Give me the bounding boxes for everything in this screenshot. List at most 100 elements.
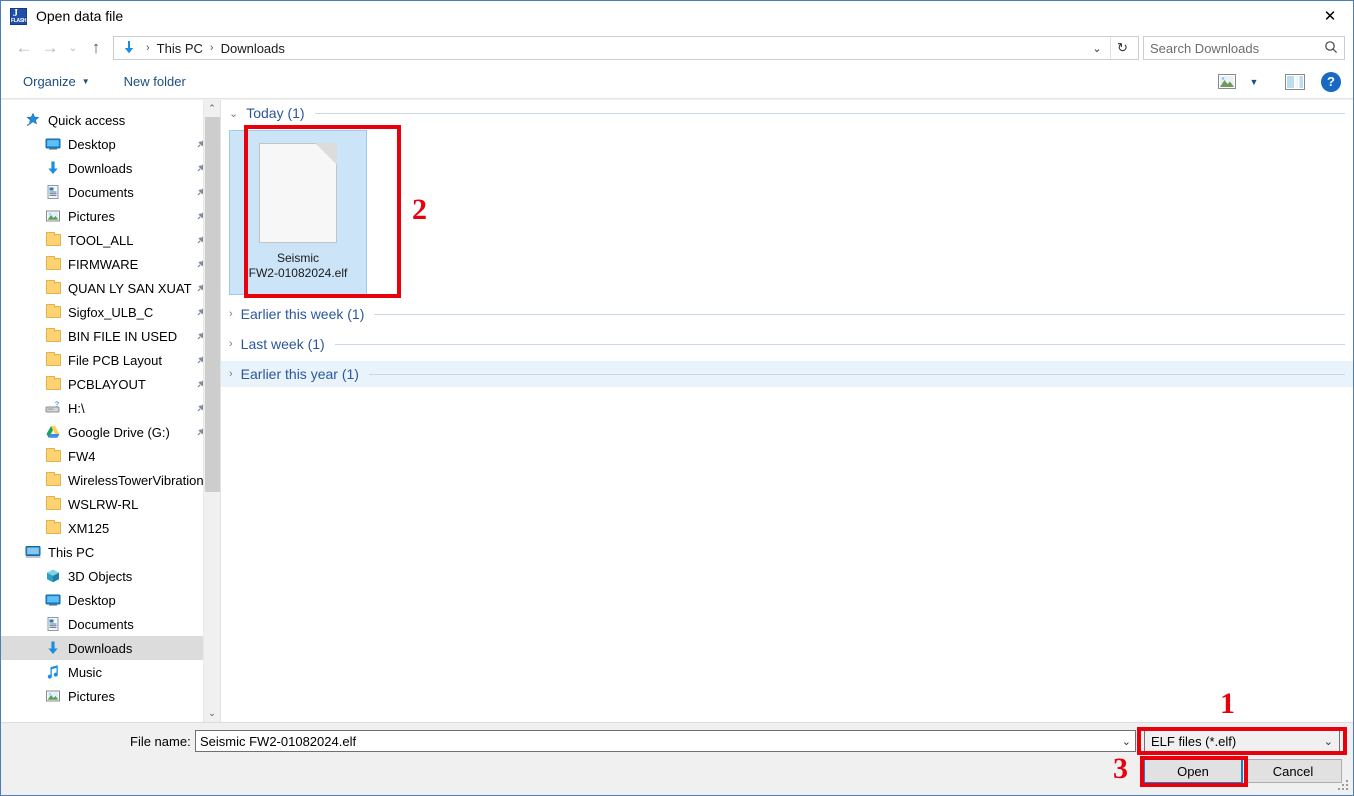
search-box[interactable]: Search Downloads	[1143, 36, 1345, 60]
cancel-button[interactable]: Cancel	[1244, 759, 1342, 783]
sidebar-item-music[interactable]: Music	[1, 660, 220, 684]
new-folder-button[interactable]: New folder	[114, 65, 196, 98]
organize-label: Organize	[23, 74, 76, 89]
scrollbar-thumb[interactable]	[205, 117, 220, 492]
chevron-down-icon: ⌄	[1323, 735, 1333, 748]
folder-icon	[45, 496, 61, 512]
navigation-scrollbar[interactable]: ⌃ ⌄	[203, 100, 220, 722]
group-label-last-week: Last week (1)	[240, 336, 325, 352]
folder-icon	[45, 232, 61, 248]
scroll-down-icon[interactable]: ⌄	[204, 705, 220, 722]
sidebar-item-sigfox-ulb-c[interactable]: Sigfox_ULB_C	[1, 300, 220, 324]
annotation-number-2: 2	[412, 193, 427, 226]
sidebar-item-wirelesstowervibrationsensor[interactable]: WirelessTowerVibrationSensor	[1, 468, 220, 492]
elf-file-icon	[259, 143, 337, 243]
sidebar-item-pictures[interactable]: Pictures	[1, 204, 220, 228]
refresh-icon[interactable]: ↻	[1110, 37, 1134, 59]
sidebar-item-label: Music	[68, 664, 102, 680]
sidebar-item-desktop[interactable]: Desktop	[1, 588, 220, 612]
sidebar-item-quick-access[interactable]: Quick access	[1, 108, 220, 132]
sidebar-item-desktop[interactable]: Desktop	[1, 132, 220, 156]
recent-locations-icon[interactable]: ⌄	[63, 35, 83, 61]
star-icon	[25, 112, 41, 128]
scroll-up-icon[interactable]: ⌃	[204, 100, 220, 117]
open-button[interactable]: Open	[1143, 758, 1243, 784]
tile-area: Seismic FW2-01082024.elf	[221, 126, 1353, 301]
organize-button[interactable]: Organize ▼	[13, 65, 100, 98]
download-icon	[45, 640, 61, 656]
file-name-label: File name:	[130, 734, 191, 749]
sidebar-item-h[interactable]: ? H:\	[1, 396, 220, 420]
music-icon	[45, 664, 61, 680]
up-icon[interactable]: ↑	[83, 35, 109, 61]
address-dropdown-icon[interactable]: ⌄	[1086, 37, 1108, 59]
help-icon[interactable]: ?	[1321, 71, 1341, 92]
sidebar-item-firmware[interactable]: FIRMWARE	[1, 252, 220, 276]
sidebar-item-downloads[interactable]: Downloads	[1, 156, 220, 180]
sidebar-item-pictures[interactable]: Pictures	[1, 684, 220, 708]
folder-icon	[45, 376, 61, 392]
sidebar-item-label: Sigfox_ULB_C	[68, 304, 154, 320]
address-bar-row: ← → ⌄ ↑ › This PC › Downloads ⌄ ↻ Search…	[1, 31, 1353, 65]
group-divider	[334, 343, 1345, 345]
sidebar-item-bin-file-in-used[interactable]: BIN FILE IN USED	[1, 324, 220, 348]
search-input[interactable]: Search Downloads	[1150, 41, 1324, 56]
close-icon[interactable]: ✕	[1307, 1, 1353, 31]
folder-icon	[45, 448, 61, 464]
resize-grip[interactable]	[1338, 780, 1350, 792]
group-header-today[interactable]: ⌄ Today (1)	[221, 100, 1353, 126]
preview-pane-icon[interactable]	[1279, 68, 1311, 96]
sidebar-item-tool-all[interactable]: TOOL_ALL	[1, 228, 220, 252]
document-icon	[45, 184, 61, 200]
sidebar-item-label: PCBLAYOUT	[68, 376, 146, 392]
group-divider	[314, 112, 1345, 114]
breadcrumb-downloads[interactable]: Downloads	[219, 41, 287, 56]
file-type-filter-dropdown[interactable]: ELF files (*.elf) ⌄	[1144, 730, 1340, 752]
breadcrumb-this-pc[interactable]: This PC	[155, 41, 205, 56]
file-item-seismic[interactable]: Seismic FW2-01082024.elf	[229, 130, 367, 295]
sidebar-item-this-pc[interactable]: This PC	[1, 540, 220, 564]
sidebar-item-label: Pictures	[68, 208, 115, 224]
picture-icon	[45, 208, 61, 224]
command-bar-right: ▼ ?	[1211, 68, 1353, 96]
dialog-body: Quick access Desktop Downloads Documents Pic…	[1, 100, 1353, 722]
chevron-right-icon: ›	[229, 368, 233, 380]
sidebar-item-documents[interactable]: Documents	[1, 612, 220, 636]
sidebar-item-documents[interactable]: Documents	[1, 180, 220, 204]
sidebar-item-label: WirelessTowerVibrationSensor	[68, 472, 220, 488]
page-fold	[315, 143, 337, 165]
file-name-line-1: Seismic	[276, 251, 319, 265]
monitor-icon	[45, 592, 61, 608]
sidebar-item-label: Desktop	[68, 592, 116, 608]
sidebar-item-xm125[interactable]: XM125	[1, 516, 220, 540]
group-header-earlier-this-year[interactable]: › Earlier this year (1)	[221, 361, 1353, 387]
file-name-value[interactable]: Seismic FW2-01082024.elf	[200, 734, 356, 749]
sidebar-item-3d-objects[interactable]: 3D Objects	[1, 564, 220, 588]
title-bar: J FLASH Open data file ✕	[1, 1, 1353, 31]
sidebar-item-pcblayout[interactable]: PCBLAYOUT	[1, 372, 220, 396]
chevron-right-icon: ›	[229, 338, 233, 350]
file-name-input[interactable]: Seismic FW2-01082024.elf ⌄	[195, 730, 1136, 752]
folder-icon	[45, 328, 61, 344]
group-label-earlier-this-week: Earlier this week (1)	[240, 306, 365, 322]
sidebar-item-downloads[interactable]: Downloads	[1, 636, 220, 660]
back-icon[interactable]: ←	[11, 35, 37, 61]
sidebar-item-label: Downloads	[68, 160, 133, 176]
sidebar-item-quan-ly-san-xuat[interactable]: QUAN LY SAN XUAT	[1, 276, 220, 300]
sidebar-item-fw4[interactable]: FW4	[1, 444, 220, 468]
command-bar: Organize ▼ New folder ▼ ?	[1, 65, 1353, 99]
view-dropdown-icon[interactable]: ▼	[1243, 68, 1265, 96]
chevron-down-icon[interactable]: ⌄	[1122, 735, 1131, 748]
jflash-icon: J FLASH	[10, 7, 27, 25]
file-type-filter-value: ELF files (*.elf)	[1151, 733, 1237, 749]
sidebar-item-label: XM125	[68, 520, 110, 536]
group-header-earlier-this-week[interactable]: › Earlier this week (1)	[221, 301, 1353, 327]
group-header-last-week[interactable]: › Last week (1)	[221, 331, 1353, 357]
sidebar-item-file-pcb-layout[interactable]: File PCB Layout	[1, 348, 220, 372]
forward-icon[interactable]: →	[37, 35, 63, 61]
address-bar[interactable]: › This PC › Downloads ⌄ ↻	[113, 36, 1139, 60]
folder-icon	[45, 520, 61, 536]
sidebar-item-google-drive-g[interactable]: Google Drive (G:)	[1, 420, 220, 444]
change-view-icon[interactable]	[1211, 68, 1243, 96]
sidebar-item-wslrw-rl[interactable]: WSLRW-RL	[1, 492, 220, 516]
